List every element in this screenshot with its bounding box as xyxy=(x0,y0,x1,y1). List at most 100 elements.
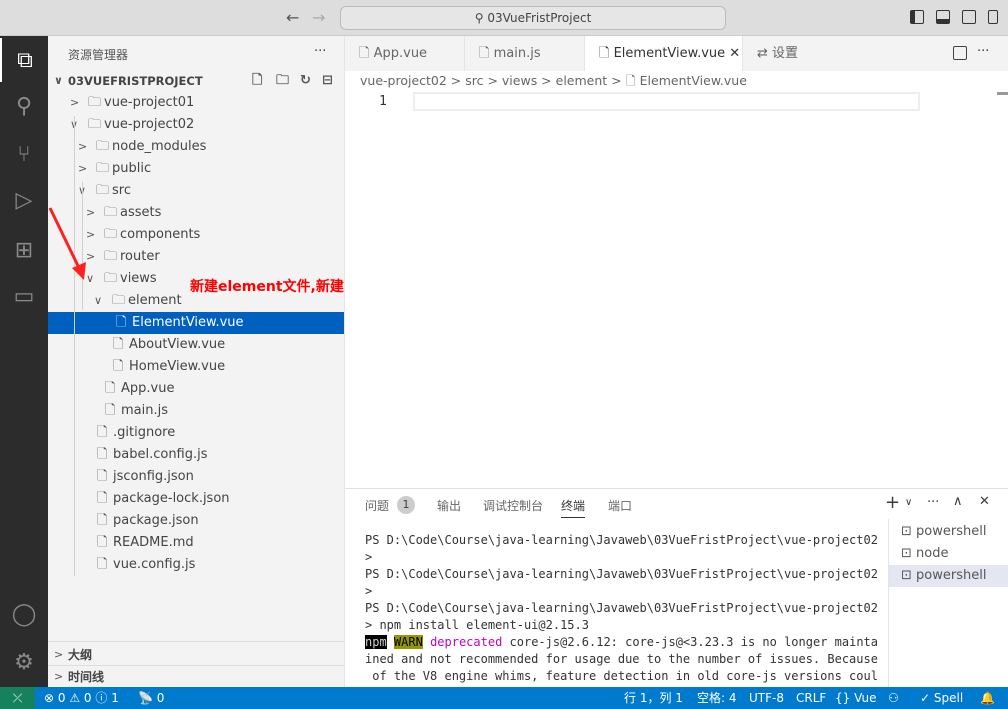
tree-folder[interactable]: > 🗀 node_modules xyxy=(48,136,344,158)
tree-file[interactable]: 🗋 package-lock.json xyxy=(48,488,344,510)
tree-file[interactable]: 🗋 .gitignore xyxy=(48,422,344,444)
cursor-position[interactable]: 行 1，列 1 xyxy=(624,687,683,709)
tree-file[interactable]: 🗋 HomeView.vue xyxy=(48,356,344,378)
terminal-list: ⊡ powershell ⊡ node ⊡ powershell xyxy=(888,519,1008,688)
toggle-secondary-sidebar-icon[interactable] xyxy=(962,10,976,24)
line-ending[interactable]: CRLF xyxy=(796,687,826,709)
divider xyxy=(48,641,344,642)
copilot-icon[interactable]: ⚇ xyxy=(888,687,899,709)
split-editor-icon[interactable] xyxy=(953,46,967,60)
terminal-item[interactable]: ⊡ node xyxy=(889,543,1008,565)
source-control-icon[interactable]: ⑂ xyxy=(0,132,48,176)
workspace-root[interactable]: ∨ 03VUEFRISTPROJECT 🗋 🗀 ↻ ⊟ xyxy=(48,70,344,92)
terminal-line: PS D:\Code\Course\java-learning\Javaweb\… xyxy=(365,533,878,547)
remote-icon[interactable]: ⤫ xyxy=(0,687,35,709)
breadcrumb-item[interactable]: vue-project02 xyxy=(360,73,447,88)
tree-file[interactable]: 🗋 ElementView.vue xyxy=(48,312,344,334)
problems-status[interactable]: ⊗ 0 ⚠ 0 ⓘ 1 xyxy=(44,687,119,709)
spell-check[interactable]: ✓ Spell xyxy=(920,687,963,709)
bottom-panel: 问题 1 输出 调试控制台 终端 端口 + ∨ ··· ∧ ✕ PS D:\Co… xyxy=(345,488,1008,688)
tab-elementview-vue[interactable]: 🗋 ElementView.vue ✕ xyxy=(585,36,743,71)
new-folder-icon[interactable]: 🗀 xyxy=(276,70,289,92)
error-count: 0 xyxy=(57,691,66,705)
customize-layout-icon[interactable] xyxy=(988,10,998,24)
terminal-line: of the V8 engine whims, feature detectio… xyxy=(365,669,878,683)
tree-file[interactable]: 🗋 main.js xyxy=(48,400,344,422)
tree-folder[interactable]: > 🗀 public xyxy=(48,158,344,180)
breadcrumb-item[interactable]: ElementView.vue xyxy=(640,73,747,88)
tree-file[interactable]: 🗋 jsconfig.json xyxy=(48,466,344,488)
terminal-line: > xyxy=(365,584,373,598)
terminal-item[interactable]: ⊡ powershell xyxy=(889,565,1008,587)
tab-problems[interactable]: 问题 xyxy=(365,497,389,514)
terminal-line: npm WARN deprecated core-js@2.6.12: core… xyxy=(365,634,878,651)
command-center-search[interactable]: ⚲ 03VueFristProject xyxy=(340,6,726,30)
back-button[interactable]: ← xyxy=(286,8,299,27)
language-mode[interactable]: {} Vue xyxy=(835,687,876,709)
current-line-highlight xyxy=(413,92,920,111)
terminal-item[interactable]: ⊡ powershell xyxy=(889,521,1008,543)
accounts-icon[interactable]: ◯ xyxy=(0,592,48,636)
problems-count-badge: 1 xyxy=(397,496,415,514)
tree-folder[interactable]: > 🗀 vue-project01 xyxy=(48,92,344,114)
tree-folder[interactable]: ∨🗀src xyxy=(48,180,344,202)
tree-label: components xyxy=(120,227,201,242)
toggle-panel-icon[interactable] xyxy=(936,10,950,24)
file-icon: 🗋 xyxy=(113,337,124,352)
tab-label: ElementView.vue xyxy=(613,46,726,61)
timeline-section[interactable]: > 时间线 xyxy=(48,666,344,688)
file-icon: 🗋 xyxy=(97,513,108,528)
encoding[interactable]: UTF-8 xyxy=(749,687,784,709)
collapse-all-icon[interactable]: ⊟ xyxy=(322,70,333,92)
file-icon: 🗋 xyxy=(97,557,108,572)
explorer-icon[interactable]: ⧉ xyxy=(0,38,48,82)
tab-output[interactable]: 输出 xyxy=(437,497,461,514)
breadcrumb-item[interactable]: src xyxy=(465,73,483,88)
tree-label: src xyxy=(112,183,131,198)
tree-label: package.json xyxy=(113,513,199,528)
tab-settings[interactable]: ⇄ 设置 xyxy=(743,36,833,71)
tree-folder[interactable]: ∨🗀vue-project02 xyxy=(48,114,344,136)
close-panel-icon[interactable]: ✕ xyxy=(979,494,990,509)
tree-file[interactable]: 🗋 package.json xyxy=(48,510,344,532)
tree-file[interactable]: 🗋 babel.config.js xyxy=(48,444,344,466)
forward-button[interactable]: → xyxy=(312,8,325,27)
outline-section[interactable]: > 大纲 xyxy=(48,644,344,666)
tree-file[interactable]: 🗋 vue.config.js xyxy=(48,554,344,576)
folder-open-icon: 🗀 xyxy=(96,183,110,198)
deprecated-label: deprecated xyxy=(430,635,503,649)
new-file-icon[interactable]: 🗋 xyxy=(252,70,262,92)
tree-file[interactable]: 🗋 App.vue xyxy=(48,378,344,400)
tab-main-js[interactable]: 🗋 main.js xyxy=(465,36,585,71)
folder-icon: 🗀 xyxy=(104,249,118,264)
refresh-icon[interactable]: ↻ xyxy=(300,70,311,92)
more-actions-button[interactable]: ··· xyxy=(927,495,939,510)
tree-file[interactable]: 🗋 AboutView.vue xyxy=(48,334,344,356)
toggle-sidebar-icon[interactable] xyxy=(910,10,924,24)
tab-app-vue[interactable]: 🗋 App.vue xyxy=(345,36,465,71)
editor-tabs: 🗋 App.vue 🗋 main.js 🗋 ElementView.vue ✕ … xyxy=(345,36,1008,71)
notifications-bell-icon[interactable]: 🔔 xyxy=(980,687,995,709)
tab-terminal[interactable]: 终端 xyxy=(561,497,586,518)
more-actions-button[interactable]: ··· xyxy=(314,44,326,59)
tab-ports[interactable]: 端口 xyxy=(608,497,632,514)
tree-label: jsconfig.json xyxy=(113,469,194,484)
tree-label: ElementView.vue xyxy=(132,315,244,330)
new-terminal-icon[interactable]: + xyxy=(885,492,900,513)
scrollbar[interactable] xyxy=(997,92,1008,95)
ports-status[interactable]: 📡 0 xyxy=(138,687,164,709)
tree-label: AboutView.vue xyxy=(129,337,226,352)
settings-gear-icon[interactable]: ⚙ xyxy=(0,640,48,684)
breadcrumb-item[interactable]: views xyxy=(502,73,537,88)
tab-debug-console[interactable]: 调试控制台 xyxy=(483,497,543,514)
breadcrumb-item[interactable]: element xyxy=(556,73,608,88)
search-icon[interactable]: ⚲ xyxy=(0,84,48,128)
warning-count: 0 xyxy=(83,691,92,705)
indentation[interactable]: 空格: 4 xyxy=(697,687,737,709)
tree-file[interactable]: 🗋 README.md xyxy=(48,532,344,554)
more-actions-button[interactable]: ··· xyxy=(977,44,989,59)
close-icon[interactable]: ✕ xyxy=(729,46,740,61)
maximize-panel-icon[interactable]: ∧ xyxy=(953,494,963,509)
code-editor[interactable]: 1 xyxy=(345,92,1008,488)
chevron-down-icon[interactable]: ∨ xyxy=(905,497,912,508)
